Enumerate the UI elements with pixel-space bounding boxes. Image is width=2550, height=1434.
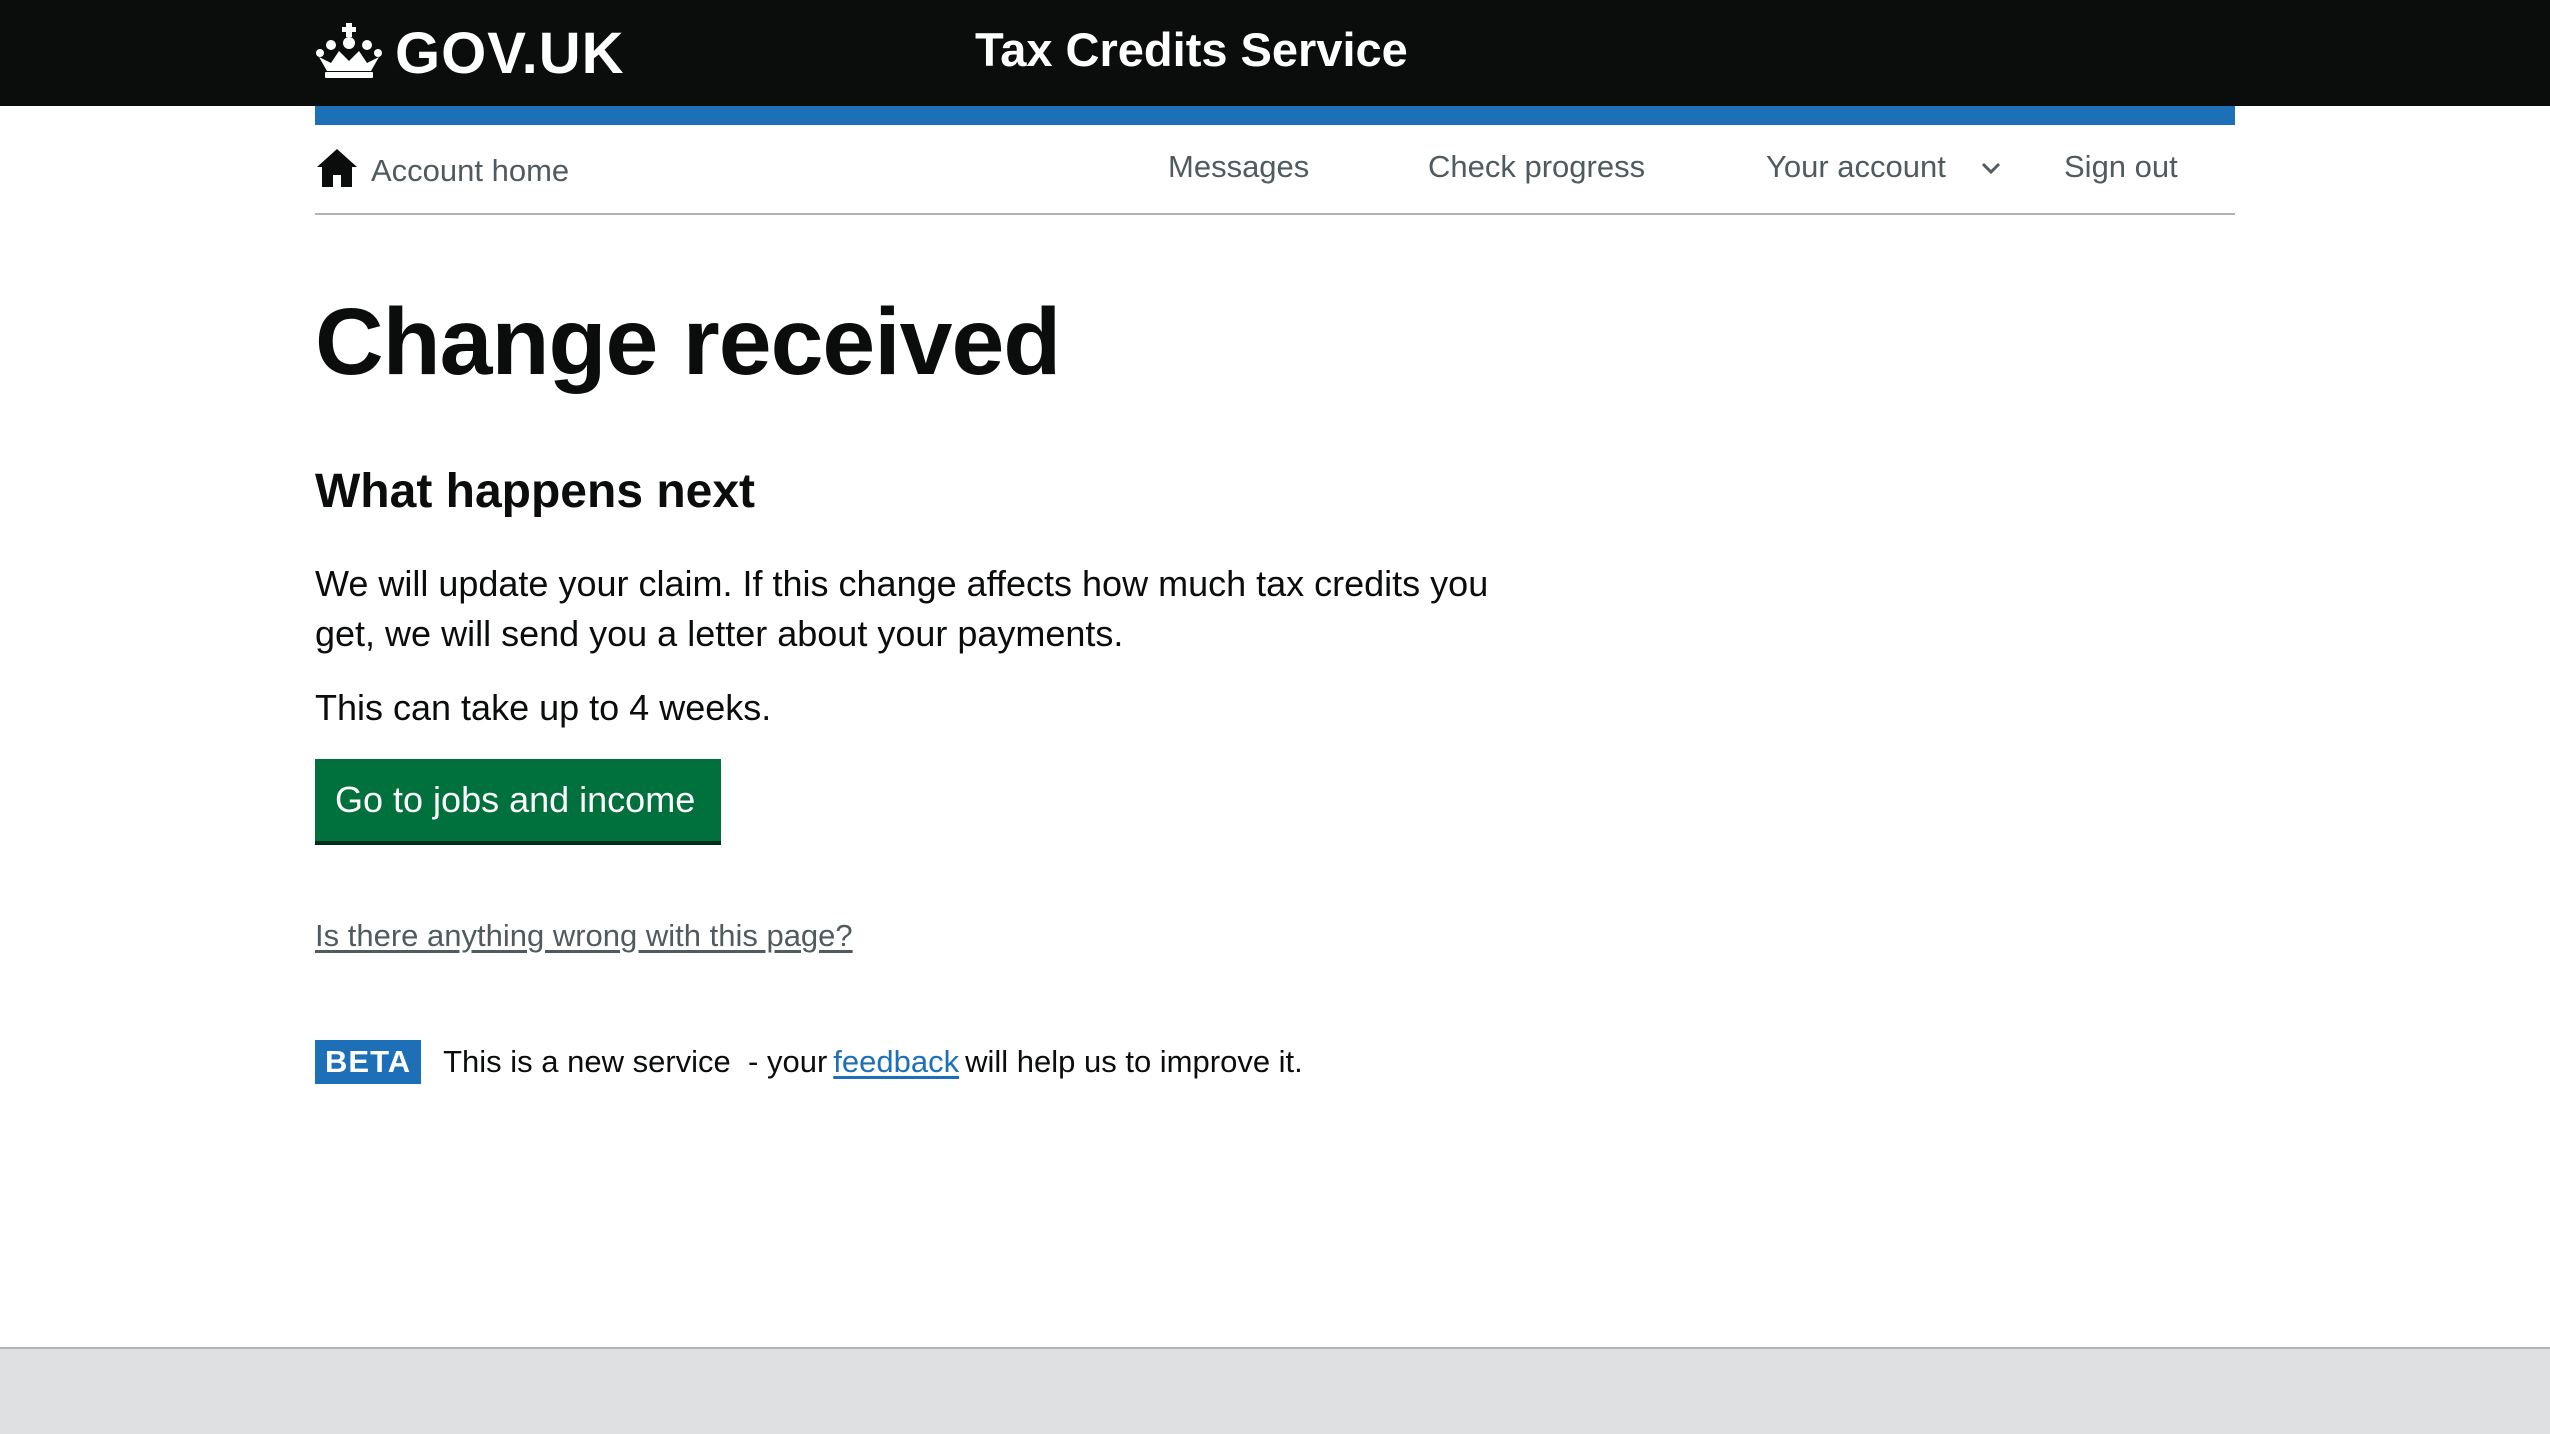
crown-icon: [315, 22, 383, 84]
what-happens-next-heading: What happens next: [315, 465, 756, 518]
account-nav: Account home Messages Check progress You…: [315, 125, 2235, 215]
beta-text-after: will help us to improve it.: [965, 1044, 1303, 1079]
report-problem-link[interactable]: Is there anything wrong with this page?: [315, 918, 853, 954]
go-to-jobs-and-income-button[interactable]: Go to jobs and income: [315, 759, 721, 841]
nav-account-home[interactable]: Account home: [315, 147, 569, 194]
beta-text-before: This is a new service - your: [443, 1044, 828, 1079]
chevron-down-icon[interactable]: [1978, 155, 2004, 181]
beta-banner: BETA This is a new service - your feedba…: [315, 1040, 1303, 1084]
service-name-link[interactable]: Tax Credits Service: [975, 22, 1408, 77]
page-footer: [0, 1347, 2550, 1434]
header-accent-bar: [315, 106, 2235, 125]
home-icon: [315, 147, 359, 194]
logo-text: GOV.UK: [395, 20, 625, 86]
page-title: Change received: [315, 289, 1061, 395]
timeframe-paragraph: This can take up to 4 weeks.: [315, 687, 772, 728]
govuk-logo-link[interactable]: GOV.UK: [315, 20, 624, 86]
nav-check-progress[interactable]: Check progress: [1428, 149, 1645, 185]
beta-tag: BETA: [315, 1040, 422, 1084]
govuk-header: GOV.UK Tax Credits Service: [0, 0, 2550, 106]
nav-your-account[interactable]: Your account: [1766, 149, 1946, 185]
nav-sign-out[interactable]: Sign out: [2064, 149, 2178, 185]
nav-account-home-label: Account home: [371, 152, 570, 188]
nav-messages[interactable]: Messages: [1168, 149, 1309, 185]
feedback-link[interactable]: feedback: [833, 1044, 959, 1080]
update-claim-paragraph: We will update your claim. If this chang…: [315, 563, 1489, 654]
